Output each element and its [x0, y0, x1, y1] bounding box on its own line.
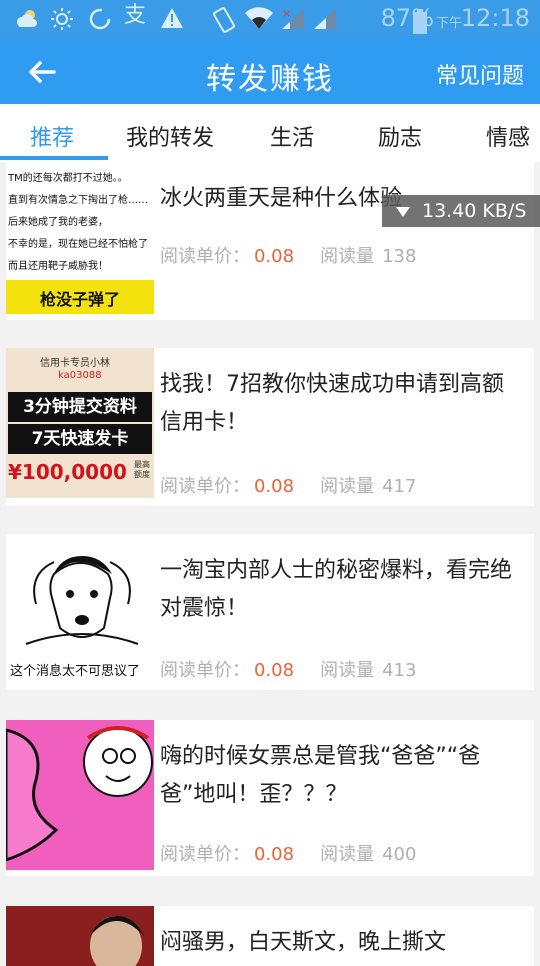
app-header: 转发赚钱 常见问题 — [0, 38, 540, 104]
tab-inspiration[interactable]: 励志 — [378, 120, 422, 152]
thumb-text: 枪没子弹了 — [40, 290, 121, 309]
price-value: 0.08 — [254, 476, 295, 497]
active-tab-indicator — [0, 156, 108, 160]
views-value: 417 — [382, 476, 417, 497]
brightness-icon — [50, 7, 74, 36]
price-label: 阅读单价： — [160, 844, 250, 865]
network-speed-overlay: 13.40 KB/S — [382, 195, 540, 227]
article-thumbnail — [6, 906, 154, 966]
article-thumbnail — [6, 720, 154, 870]
views-label: 阅读量 — [320, 844, 375, 865]
thumb-text: 而且还用靶子威胁我！ — [8, 261, 108, 272]
thumb-text: 7天快速发卡 — [8, 424, 152, 454]
clock-ampm: 下午 — [435, 16, 462, 31]
article-thumbnail: 信用卡专员小林 ka03088 3分钟提交资料 7天快速发卡 ¥100,0000… — [6, 348, 154, 498]
faq-link[interactable]: 常见问题 — [436, 58, 524, 90]
article-thumbnail: 这个消息太不可思议了 — [6, 534, 154, 686]
thumb-text: 这个消息太不可思议了 — [10, 664, 141, 679]
article-card[interactable]: 这个消息太不可思议了 一淘宝内部人士的秘密爆料，看完绝对震惊！ 阅读单价： 0.0… — [6, 534, 534, 690]
weather-cloud-icon — [14, 7, 40, 34]
signal-sim1-icon: × — [280, 7, 308, 36]
article-thumbnail: TM的还每次都打不过她。。 直到有次情急之下掏出了枪…… 后来她成了我的老婆， … — [6, 162, 154, 314]
thumb-text: 最高额度 — [134, 460, 150, 479]
status-bar: 支 × 87% 下午 12:18 — [0, 0, 540, 38]
thumb-text: 3分钟提交资料 — [8, 392, 152, 422]
price-value: 0.08 — [254, 246, 295, 267]
sync-icon — [88, 7, 112, 36]
views-label: 阅读量 — [320, 660, 375, 681]
download-arrow-icon — [394, 195, 412, 237]
clock: 12:18 — [460, 4, 530, 32]
views-value: 413 — [382, 660, 417, 681]
alipay-icon: 支 — [124, 3, 147, 28]
screen-rotate-icon — [212, 7, 236, 38]
thumb-text: 后来她成了我的老婆， — [8, 217, 108, 228]
views-value: 400 — [382, 844, 417, 865]
signal-sim2-icon — [312, 7, 340, 36]
thumb-text: ¥100,0000 — [8, 460, 127, 484]
surprised-face-illustration — [25, 556, 139, 645]
price-label: 阅读单价： — [160, 660, 250, 681]
views-label: 阅读量 — [320, 246, 375, 267]
back-button[interactable] — [20, 50, 64, 94]
tab-my-shares[interactable]: 我的转发 — [126, 120, 214, 152]
views-label: 阅读量 — [320, 476, 375, 497]
article-card[interactable]: TM的还每次都打不过她。。 直到有次情急之下掏出了枪…… 后来她成了我的老婆， … — [6, 162, 534, 320]
svg-text:×: × — [282, 7, 291, 20]
price-label: 阅读单价： — [160, 476, 250, 497]
article-card[interactable]: 嗨的时候女票总是管我“爸爸”“爸爸”地叫！歪？？？ 阅读单价： 0.08 阅读量 40… — [6, 720, 534, 876]
article-meta: 阅读单价： 0.08 阅读量 400 — [160, 840, 416, 866]
article-title[interactable]: 嗨的时候女票总是管我“爸爸”“爸爸”地叫！歪？？？ — [160, 738, 520, 814]
price-value: 0.08 — [254, 660, 295, 681]
arrow-left-icon — [29, 61, 56, 83]
battery-icon — [412, 9, 428, 39]
wifi-icon — [244, 7, 274, 36]
thumb-text: TM的还每次都打不过她。。 — [8, 173, 128, 184]
views-value: 138 — [382, 246, 417, 267]
thumb-text: 信用卡专员小林 — [40, 358, 110, 369]
article-meta: 阅读单价： 0.08 阅读量 138 — [160, 242, 416, 268]
article-title[interactable]: 闷骚男，白天斯文，晚上撕文 — [160, 924, 520, 962]
article-title[interactable]: 一淘宝内部人士的秘密爆料，看完绝对震惊！ — [160, 552, 520, 628]
comic-illustration — [6, 726, 153, 862]
network-speed-value: 13.40 KB/S — [422, 200, 527, 222]
price-value: 0.08 — [254, 844, 295, 865]
price-label: 阅读单价： — [160, 246, 250, 267]
article-meta: 阅读单价： 0.08 阅读量 417 — [160, 472, 416, 498]
tab-emotion[interactable]: 情感 — [486, 120, 530, 152]
tab-life[interactable]: 生活 — [270, 120, 314, 152]
tab-recommended[interactable]: 推荐 — [30, 120, 74, 152]
thumb-text: 直到有次情急之下掏出了枪…… — [8, 195, 148, 206]
article-card[interactable]: 信用卡专员小林 ka03088 3分钟提交资料 7天快速发卡 ¥100,0000… — [6, 348, 534, 506]
warning-icon — [160, 7, 184, 34]
thumb-banner: 枪没子弹了 — [6, 280, 154, 314]
category-tabs: 推荐 我的转发 生活 励志 情感 — [0, 104, 540, 162]
portrait-illustration — [90, 916, 144, 966]
article-card[interactable]: 闷骚男，白天斯文，晚上撕文 — [6, 906, 534, 966]
thumb-text: ka03088 — [58, 370, 102, 381]
thumb-text: 不幸的是，现在她已经不怕枪了 — [8, 239, 148, 250]
article-meta: 阅读单价： 0.08 阅读量 413 — [160, 656, 416, 682]
article-title[interactable]: 找我！7招教你快速成功申请到高额信用卡！ — [160, 366, 520, 442]
